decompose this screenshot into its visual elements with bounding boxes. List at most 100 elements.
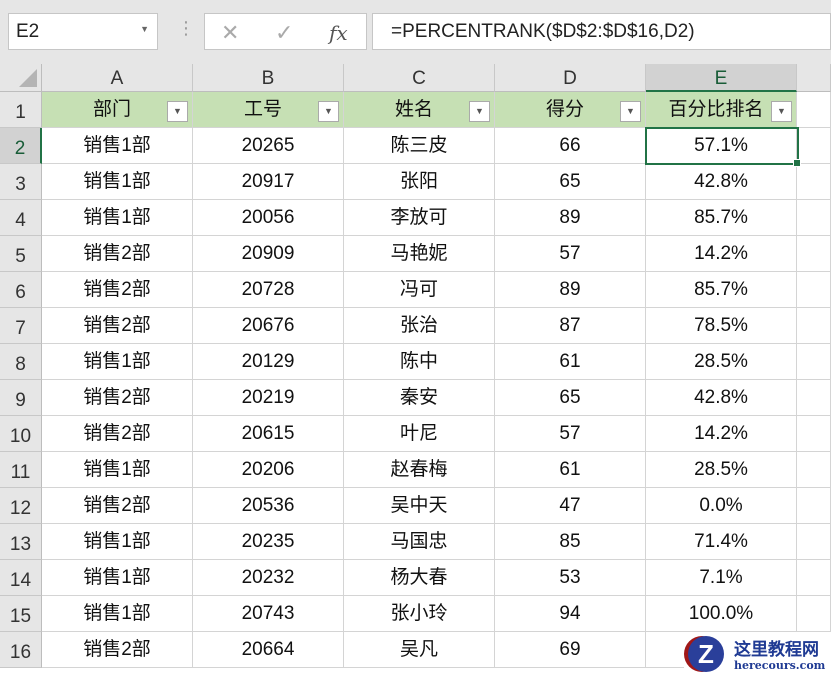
- header-cell[interactable]: 百分比排名 ▼: [646, 92, 797, 128]
- row-header[interactable]: 1: [0, 92, 42, 128]
- column-header-B[interactable]: B: [193, 64, 344, 92]
- table-cell[interactable]: 马艳妮: [344, 236, 495, 272]
- table-cell[interactable]: [797, 236, 831, 272]
- table-cell[interactable]: 销售2部: [42, 272, 193, 308]
- table-cell[interactable]: 57: [495, 416, 646, 452]
- table-cell[interactable]: 28.5%: [646, 344, 797, 380]
- table-cell[interactable]: [797, 200, 831, 236]
- row-header[interactable]: 16: [0, 632, 42, 668]
- table-cell[interactable]: [797, 92, 831, 128]
- header-cell[interactable]: 工号 ▼: [193, 92, 344, 128]
- table-cell[interactable]: 叶尼: [344, 416, 495, 452]
- table-cell[interactable]: 20056: [193, 200, 344, 236]
- row-header[interactable]: 9: [0, 380, 42, 416]
- column-header-F[interactable]: [797, 64, 831, 92]
- table-cell[interactable]: [797, 596, 831, 632]
- header-cell[interactable]: 姓名 ▼: [344, 92, 495, 128]
- table-cell[interactable]: 20728: [193, 272, 344, 308]
- table-cell[interactable]: 赵春梅: [344, 452, 495, 488]
- table-cell[interactable]: 吴中天: [344, 488, 495, 524]
- table-cell[interactable]: 53: [495, 560, 646, 596]
- table-cell[interactable]: 66: [495, 128, 646, 164]
- table-cell[interactable]: 杨大春: [344, 560, 495, 596]
- table-cell[interactable]: 销售1部: [42, 164, 193, 200]
- table-cell[interactable]: 吴凡: [344, 632, 495, 668]
- table-cell[interactable]: 20743: [193, 596, 344, 632]
- table-cell[interactable]: [797, 560, 831, 596]
- table-cell[interactable]: 冯可: [344, 272, 495, 308]
- row-header[interactable]: 7: [0, 308, 42, 344]
- table-cell[interactable]: 20615: [193, 416, 344, 452]
- table-cell[interactable]: 14.2%: [646, 416, 797, 452]
- table-cell[interactable]: 69: [495, 632, 646, 668]
- table-cell[interactable]: 20917: [193, 164, 344, 200]
- table-cell[interactable]: 65: [495, 380, 646, 416]
- table-cell[interactable]: 47: [495, 488, 646, 524]
- row-header[interactable]: 13: [0, 524, 42, 560]
- table-cell[interactable]: 57.1%: [646, 128, 797, 164]
- row-header[interactable]: 4: [0, 200, 42, 236]
- column-header-C[interactable]: C: [344, 64, 495, 92]
- table-cell[interactable]: 94: [495, 596, 646, 632]
- drag-handle-icon[interactable]: ⋮: [177, 18, 195, 39]
- table-cell[interactable]: 销售2部: [42, 380, 193, 416]
- formula-input[interactable]: =PERCENTRANK($D$2:$D$16,D2): [372, 13, 831, 50]
- table-cell[interactable]: 销售2部: [42, 632, 193, 668]
- table-cell[interactable]: [797, 488, 831, 524]
- table-cell[interactable]: 销售2部: [42, 308, 193, 344]
- table-cell[interactable]: 71.4%: [646, 524, 797, 560]
- table-cell[interactable]: 57: [495, 236, 646, 272]
- table-cell[interactable]: 20536: [193, 488, 344, 524]
- table-cell[interactable]: [797, 308, 831, 344]
- filter-dropdown-icon[interactable]: ▼: [167, 101, 188, 122]
- row-header[interactable]: 14: [0, 560, 42, 596]
- table-cell[interactable]: [797, 380, 831, 416]
- row-header[interactable]: 2: [0, 128, 42, 164]
- table-cell[interactable]: [797, 128, 831, 164]
- header-cell[interactable]: 得分 ▼: [495, 92, 646, 128]
- table-cell[interactable]: 20676: [193, 308, 344, 344]
- table-cell[interactable]: 销售2部: [42, 416, 193, 452]
- table-cell[interactable]: 销售1部: [42, 344, 193, 380]
- table-cell[interactable]: 销售1部: [42, 452, 193, 488]
- table-cell[interactable]: 20129: [193, 344, 344, 380]
- table-cell[interactable]: 28.5%: [646, 452, 797, 488]
- table-cell[interactable]: 85: [495, 524, 646, 560]
- table-cell[interactable]: 100.0%: [646, 596, 797, 632]
- table-cell[interactable]: 65: [495, 164, 646, 200]
- table-cell[interactable]: 销售1部: [42, 128, 193, 164]
- table-cell[interactable]: 秦安: [344, 380, 495, 416]
- table-cell[interactable]: 89: [495, 200, 646, 236]
- confirm-icon[interactable]: ✓: [275, 20, 293, 46]
- table-cell[interactable]: 42.8%: [646, 380, 797, 416]
- table-cell[interactable]: 61: [495, 452, 646, 488]
- row-header[interactable]: 12: [0, 488, 42, 524]
- select-all-corner[interactable]: [0, 64, 42, 92]
- table-cell[interactable]: 89: [495, 272, 646, 308]
- table-cell[interactable]: 20206: [193, 452, 344, 488]
- table-cell[interactable]: 42.8%: [646, 164, 797, 200]
- table-cell[interactable]: 马国忠: [344, 524, 495, 560]
- table-cell[interactable]: 销售1部: [42, 596, 193, 632]
- filter-dropdown-icon[interactable]: ▼: [620, 101, 641, 122]
- table-cell[interactable]: 张治: [344, 308, 495, 344]
- table-cell[interactable]: 陈三皮: [344, 128, 495, 164]
- chevron-down-icon[interactable]: ▼: [140, 24, 149, 34]
- table-cell[interactable]: 87: [495, 308, 646, 344]
- table-cell[interactable]: 20232: [193, 560, 344, 596]
- cancel-icon[interactable]: ✕: [221, 20, 239, 46]
- column-header-E[interactable]: E: [646, 64, 797, 92]
- table-cell[interactable]: 20219: [193, 380, 344, 416]
- table-cell[interactable]: 78.5%: [646, 308, 797, 344]
- column-header-A[interactable]: A: [42, 64, 193, 92]
- row-header[interactable]: 10: [0, 416, 42, 452]
- table-cell[interactable]: 李放可: [344, 200, 495, 236]
- row-header[interactable]: 3: [0, 164, 42, 200]
- table-cell[interactable]: 销售1部: [42, 560, 193, 596]
- table-cell[interactable]: 张小玲: [344, 596, 495, 632]
- row-header[interactable]: 6: [0, 272, 42, 308]
- table-cell[interactable]: [797, 344, 831, 380]
- column-header-D[interactable]: D: [495, 64, 646, 92]
- table-cell[interactable]: 61: [495, 344, 646, 380]
- table-cell[interactable]: 销售1部: [42, 524, 193, 560]
